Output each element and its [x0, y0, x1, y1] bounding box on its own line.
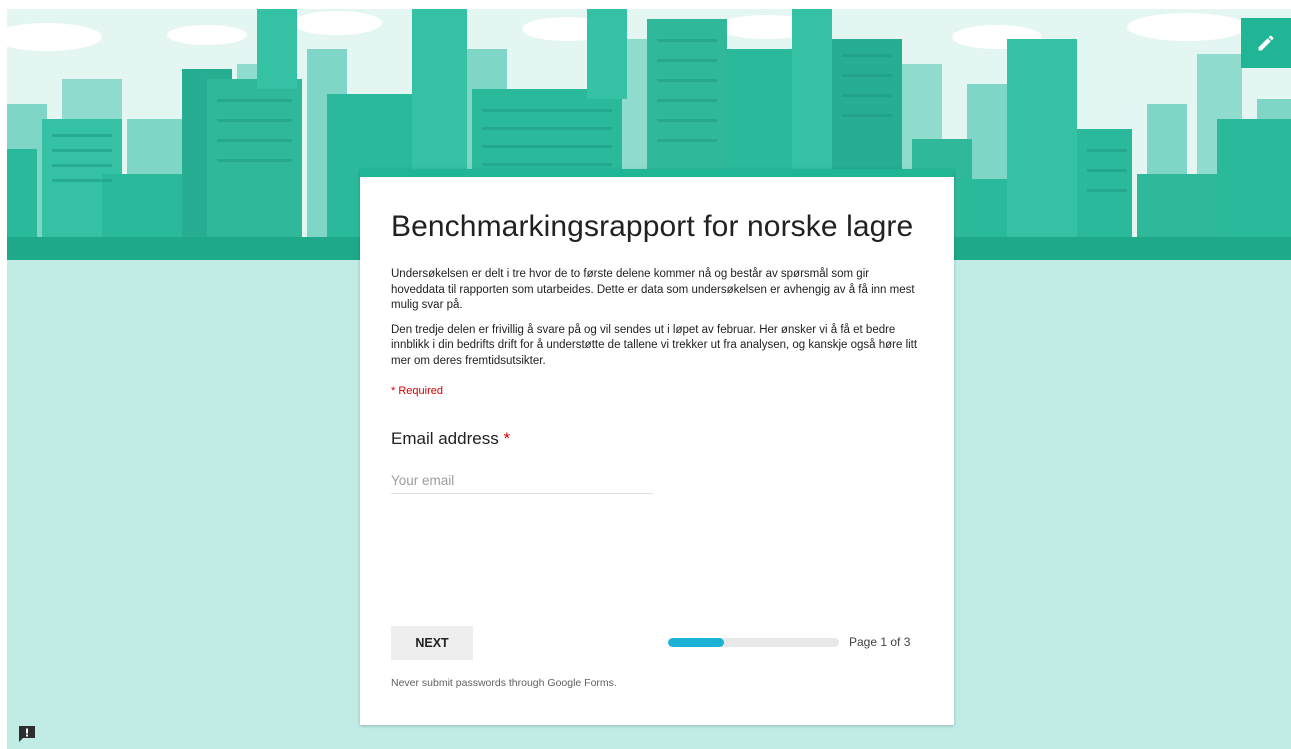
- email-field[interactable]: [391, 469, 653, 494]
- form-title: Benchmarkingsrapport for norske lagre: [391, 210, 914, 243]
- description-paragraph: Den tredje delen er frivillig å svare på…: [391, 323, 918, 367]
- form-description: Undersøkelsen er delt i tre hvor de to f…: [391, 267, 921, 369]
- edit-button[interactable]: [1241, 18, 1291, 68]
- page-indicator: Page 1 of 3: [849, 635, 911, 649]
- feedback-icon: [19, 726, 35, 742]
- pencil-icon: [1258, 35, 1274, 51]
- form-card: Benchmarkingsrapport for norske lagre Un…: [360, 169, 954, 725]
- form-header: Benchmarkingsrapport for norske lagre Un…: [391, 207, 921, 494]
- progress-bar: [668, 638, 839, 647]
- form-page: Benchmarkingsrapport for norske lagre Un…: [7, 9, 1291, 749]
- form-navigation: NEXT Page 1 of 3: [391, 626, 921, 660]
- progress-fill: [668, 638, 725, 647]
- required-note: * Required: [391, 385, 443, 397]
- feedback-button[interactable]: [17, 724, 37, 744]
- required-asterisk: *: [503, 429, 511, 448]
- question-label: Email address: [391, 429, 499, 448]
- next-button[interactable]: NEXT: [391, 626, 473, 660]
- password-warning: Never submit passwords through Google Fo…: [391, 677, 617, 689]
- question-title: Email address *: [391, 429, 921, 449]
- description-paragraph: Undersøkelsen er delt i tre hvor de to f…: [391, 268, 915, 311]
- question-email: Email address *: [391, 429, 921, 494]
